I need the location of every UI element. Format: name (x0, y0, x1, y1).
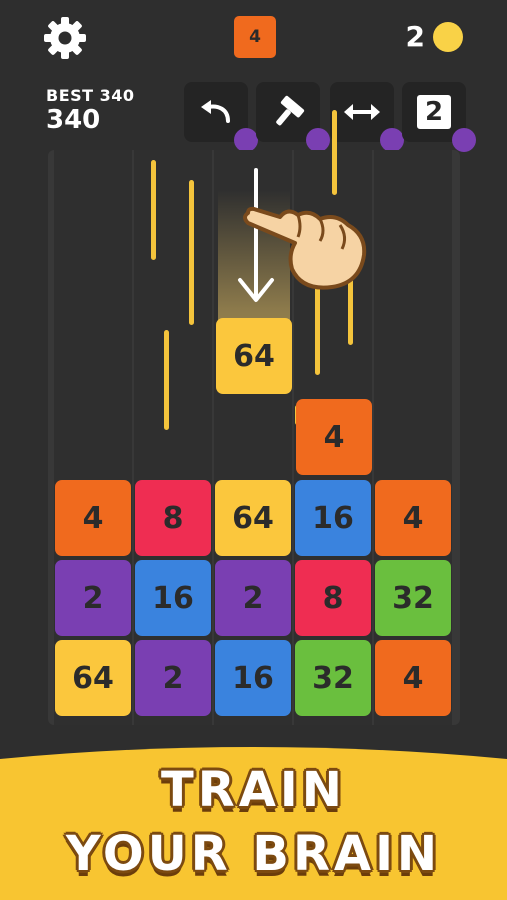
powerup-toolbar: 2 (184, 82, 476, 152)
swap-badge (380, 128, 404, 152)
board-tile: 4 (55, 480, 131, 556)
motion-streak (189, 180, 194, 325)
board-tile: 16 (215, 640, 291, 716)
motion-streak (151, 160, 156, 260)
undo-button[interactable] (184, 82, 258, 152)
board-tile: 2 (135, 640, 211, 716)
undo-badge (234, 128, 258, 152)
score-panel: BEST 340 340 (46, 86, 135, 135)
hand-pointer-icon (243, 206, 367, 290)
best-score: BEST 340 (46, 86, 135, 105)
next-tile-preview: 4 (234, 16, 276, 58)
board-tile: 32 (295, 640, 371, 716)
board-tile: 8 (135, 480, 211, 556)
banner-title-line2: YOUR BRAIN (65, 826, 442, 882)
board-column-5[interactable] (374, 150, 452, 725)
board-tile: 2 (215, 560, 291, 636)
two-tile-button[interactable]: 2 (402, 82, 476, 152)
board-column-2[interactable] (134, 150, 212, 725)
two-tile-badge (452, 128, 476, 152)
two-tile-icon: 2 (417, 95, 451, 129)
gear-icon[interactable] (42, 15, 88, 61)
undo-arrow-icon (201, 100, 230, 123)
top-bar: 4 2 (0, 0, 507, 78)
banner-title-line1: TRAIN (161, 762, 346, 818)
hammer-icon (276, 95, 305, 126)
hammer-button[interactable] (256, 82, 330, 152)
coin-icon (433, 21, 463, 52)
board-tile: 16 (295, 480, 371, 556)
coin-count: 2 (405, 20, 425, 53)
current-score: 340 (46, 105, 101, 135)
board-tile: 64 (55, 640, 131, 716)
swap-button[interactable] (330, 82, 404, 152)
falling-tile: 64 (216, 318, 292, 394)
motion-streak (332, 110, 337, 195)
board-tile: 4 (375, 480, 451, 556)
board-tile: 64 (215, 480, 291, 556)
board-tile: 2 (55, 560, 131, 636)
hammer-badge (306, 128, 330, 152)
board-column-1[interactable] (54, 150, 132, 725)
board-tile: 8 (295, 560, 371, 636)
swap-arrows-icon (344, 104, 380, 120)
coin-counter: 2 (406, 20, 463, 53)
motion-streak (164, 330, 169, 430)
board-tile: 16 (135, 560, 211, 636)
board-tile: 4 (375, 640, 451, 716)
board-tile: 4 (296, 399, 372, 475)
board-tile: 32 (375, 560, 451, 636)
